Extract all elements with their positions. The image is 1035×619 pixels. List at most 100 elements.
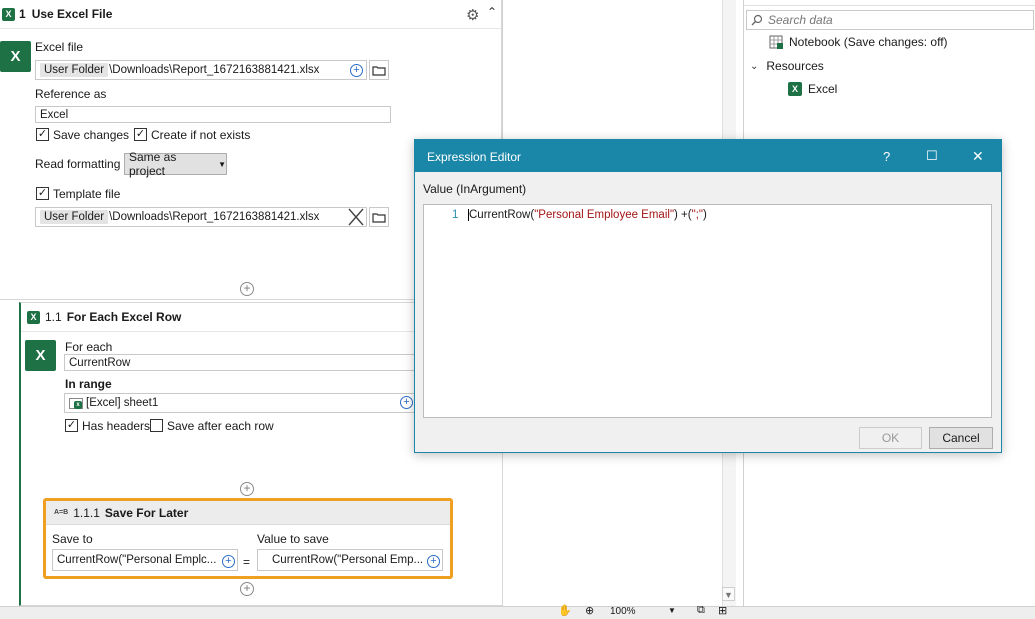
resources-label: Resources	[766, 59, 824, 73]
excel-icon: X	[2, 7, 15, 21]
code-suffix: )	[702, 209, 707, 221]
folder-icon	[372, 65, 386, 76]
in-range-field[interactable]: x [Excel] sheet1	[64, 393, 416, 413]
caret-down-icon: ▼	[218, 159, 226, 169]
reference-as-input[interactable]: Excel	[35, 106, 391, 123]
notebook-grid-icon	[769, 35, 783, 49]
zoom-level[interactable]: 100%	[610, 606, 636, 617]
overview-icon[interactable]: ⧉	[697, 604, 705, 617]
right-panel-top-strip	[744, 0, 1035, 6]
chevron-down-icon[interactable]: ⌄	[750, 61, 758, 72]
activity-title: Save For Later	[104, 505, 189, 520]
hand-tool-icon[interactable]: ✋	[558, 604, 572, 617]
save-changes-checkbox[interactable]: ✓	[36, 128, 49, 141]
add-plus-icon[interactable]: +	[350, 64, 363, 77]
excel-file-path: \Downloads\Report_1672163881421.xlsx	[109, 64, 320, 76]
value-to-save-field[interactable]: CurrentRow("Personal Emp...	[257, 549, 443, 571]
clear-x-icon[interactable]	[345, 207, 367, 227]
code-string2: ";"	[691, 209, 703, 221]
value-to-save-value: CurrentRow("Personal Emp...	[272, 554, 424, 566]
save-to-label: Save to	[52, 532, 93, 546]
code-prefix: CurrentRow(	[469, 209, 535, 221]
zoom-dropdown-icon[interactable]: ▼	[668, 606, 676, 615]
read-formatting-dropdown[interactable]: Same as project ▼	[124, 150, 227, 178]
close-button[interactable]: ✕	[972, 148, 984, 165]
excel-big-icon: X	[25, 340, 56, 371]
notebook-item[interactable]: Notebook (Save changes: off)	[769, 35, 948, 49]
chevron-up-icon[interactable]: ⌃	[487, 5, 497, 19]
code-middle: ) +(	[674, 209, 692, 221]
create-if-not-exists-checkbox[interactable]: ✓	[134, 128, 147, 141]
read-formatting-value: Same as project	[129, 150, 177, 178]
scroll-down-arrow[interactable]: ▼	[722, 587, 735, 601]
dialog-titlebar[interactable]: Expression Editor ? ☐ ✕	[415, 140, 1001, 172]
dialog-title: Expression Editor	[427, 150, 522, 164]
resource-excel-label: Excel	[808, 82, 838, 96]
gear-icon[interactable]: ⚙	[466, 6, 479, 24]
line-number: 1	[452, 209, 459, 221]
code-string: "Personal Employee Email"	[534, 209, 675, 221]
resources-node[interactable]: ⌄ Resources	[750, 59, 824, 73]
assign-icon: A=B	[54, 509, 69, 516]
value-label: Value (InArgument)	[423, 182, 527, 196]
notebook-label: Notebook (Save changes: off)	[789, 35, 948, 49]
range-icon: x	[69, 397, 83, 409]
excel-icon: X	[27, 310, 40, 324]
resource-excel-item[interactable]: X Excel	[788, 82, 837, 96]
add-plus-icon[interactable]: +	[400, 396, 413, 409]
activity-number: 1.1.1	[73, 505, 100, 520]
template-file-path: \Downloads\Report_1672163881421.xlsx	[109, 211, 320, 223]
add-plus-icon[interactable]: +	[222, 555, 235, 568]
browse-folder-button[interactable]	[369, 60, 389, 80]
has-headers-checkbox[interactable]: ✓	[65, 419, 78, 432]
code-line[interactable]: CurrentRow("Personal Employee Email") +(…	[468, 209, 707, 221]
add-activity-icon[interactable]: +	[240, 582, 254, 596]
excel-file-field[interactable]: User Folder \Downloads\Report_1672163881…	[35, 60, 367, 80]
save-for-later-card[interactable]: A=B 1.1.1 Save For Later Save to Value t…	[43, 498, 453, 579]
save-to-field[interactable]: CurrentRow("Personal Emplc...	[52, 549, 238, 571]
excel-file-label: Excel file	[35, 40, 84, 54]
for-each-input[interactable]: CurrentRow	[64, 354, 416, 371]
statusbar: ✋ ⊕ 100% ▼ ⧉ ⊞	[0, 604, 1035, 619]
save-for-later-header[interactable]: A=B 1.1.1 Save For Later	[46, 501, 450, 525]
add-activity-icon[interactable]: +	[240, 282, 254, 296]
use-excel-file-header[interactable]: X 1 Use Excel File ⚙ ⌃	[0, 0, 501, 29]
add-plus-icon[interactable]: +	[427, 555, 440, 568]
add-activity-icon[interactable]: +	[240, 482, 254, 496]
code-editor[interactable]: 1 CurrentRow("Personal Employee Email") …	[423, 204, 992, 418]
save-to-value: CurrentRow("Personal Emplc...	[57, 554, 217, 566]
create-if-not-exists-label: Create if not exists	[151, 128, 251, 142]
search-icon	[751, 14, 763, 26]
cancel-button[interactable]: Cancel	[929, 427, 993, 449]
user-folder-chip: User Folder	[40, 210, 109, 224]
browse-template-folder-button[interactable]	[369, 207, 389, 227]
user-folder-chip: User Folder	[40, 63, 109, 77]
reference-as-label: Reference as	[35, 87, 107, 101]
activity-title: For Each Excel Row	[66, 310, 182, 324]
activity-number: 1.1	[45, 310, 62, 324]
excel-icon: X	[788, 82, 802, 96]
activity-number: 1	[19, 7, 26, 21]
excel-big-icon: X	[0, 41, 31, 72]
zoom-icon[interactable]: ⊕	[585, 604, 594, 617]
save-after-each-row-checkbox[interactable]	[150, 419, 163, 432]
activity-title: Use Excel File	[31, 7, 113, 21]
save-changes-label: Save changes	[53, 128, 130, 142]
in-range-label: In range	[65, 377, 112, 391]
template-file-checkbox[interactable]: ✓	[36, 187, 49, 200]
search-data-field[interactable]: Search data	[746, 10, 1034, 30]
equals-sign: =	[243, 555, 251, 569]
ok-button[interactable]: OK	[859, 427, 922, 449]
help-button[interactable]: ?	[883, 149, 890, 164]
template-file-label: Template file	[53, 187, 121, 201]
folder-icon	[372, 212, 386, 223]
template-file-field[interactable]: User Folder \Downloads\Report_1672163881…	[35, 207, 367, 227]
save-after-each-row-label: Save after each row	[167, 419, 274, 433]
read-formatting-label: Read formatting	[35, 157, 121, 171]
expression-editor-dialog[interactable]: Expression Editor ? ☐ ✕ Value (InArgumen…	[414, 139, 1002, 453]
maximize-button[interactable]: ☐	[926, 148, 938, 164]
fit-screen-icon[interactable]: ⊞	[718, 604, 727, 617]
value-to-save-label: Value to save	[257, 532, 329, 546]
has-headers-label: Has headers	[82, 419, 151, 433]
search-input[interactable]: Search data	[768, 13, 833, 27]
